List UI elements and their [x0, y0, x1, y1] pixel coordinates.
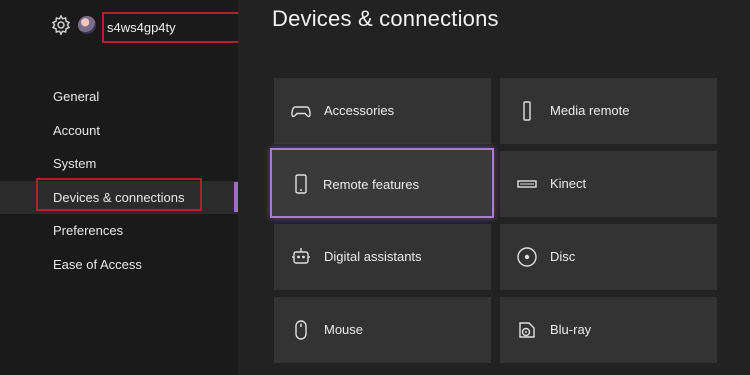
sidebar-item-label: Preferences	[53, 223, 124, 238]
tile-remote-features[interactable]: Remote features	[270, 148, 494, 218]
tile-label: Media remote	[550, 103, 630, 118]
tile-label: Disc	[550, 249, 576, 264]
avatar[interactable]	[78, 16, 96, 34]
tile-blu-ray[interactable]: Blu-ray	[500, 297, 717, 363]
tile-disc[interactable]: Disc	[500, 224, 717, 290]
tile-mouse[interactable]: Mouse	[274, 297, 491, 363]
mouse-icon	[290, 319, 312, 341]
bluray-icon	[516, 319, 538, 341]
sidebar-item-account[interactable]: Account	[0, 114, 238, 148]
tile-label: Remote features	[323, 177, 420, 192]
tile-label: Mouse	[324, 322, 364, 337]
tile-kinect[interactable]: Kinect	[500, 151, 717, 217]
annotation-highlight-box	[36, 177, 202, 211]
sidebar-item-label: Ease of Access	[53, 256, 142, 272]
gamertag[interactable]: s4ws4gp4ty	[102, 12, 241, 43]
sidebar-item-label: Account	[53, 122, 100, 138]
sidebar-item-preferences[interactable]: Preferences	[0, 214, 238, 248]
phone-icon	[290, 173, 312, 195]
gear-icon[interactable]	[50, 14, 72, 36]
controller-icon	[290, 100, 312, 122]
tile-label: Digital assistants	[324, 249, 422, 264]
main-panel: Devices & connections Accessories Media …	[238, 0, 750, 375]
tile-label: Kinect	[550, 176, 587, 191]
tile-label: Blu-ray	[550, 322, 592, 337]
sidebar: s4ws4gp4ty General Account System Device…	[0, 0, 241, 375]
tile-media-remote[interactable]: Media remote	[500, 78, 717, 144]
tile-accessories[interactable]: Accessories	[274, 78, 491, 144]
sidebar-item-devices-connections[interactable]: Devices & connections	[0, 177, 238, 214]
sidebar-item-label: System	[53, 156, 97, 171]
sidebar-item-label: General	[53, 89, 100, 104]
sidebar-item-ease-of-access[interactable]: Ease of Access	[0, 248, 238, 282]
kinect-icon	[516, 173, 538, 195]
disc-icon	[516, 246, 538, 268]
assistant-icon	[290, 246, 312, 268]
tile-label: Accessories	[324, 103, 395, 118]
settings-nav: General Account System Devices & connect…	[0, 80, 238, 281]
sidebar-item-general[interactable]: General	[0, 80, 238, 114]
tile-digital-assistants[interactable]: Digital assistants	[274, 224, 491, 290]
remote-icon	[516, 100, 538, 122]
page-title: Devices & connections	[272, 6, 499, 31]
sidebar-item-system[interactable]: System	[0, 147, 238, 181]
